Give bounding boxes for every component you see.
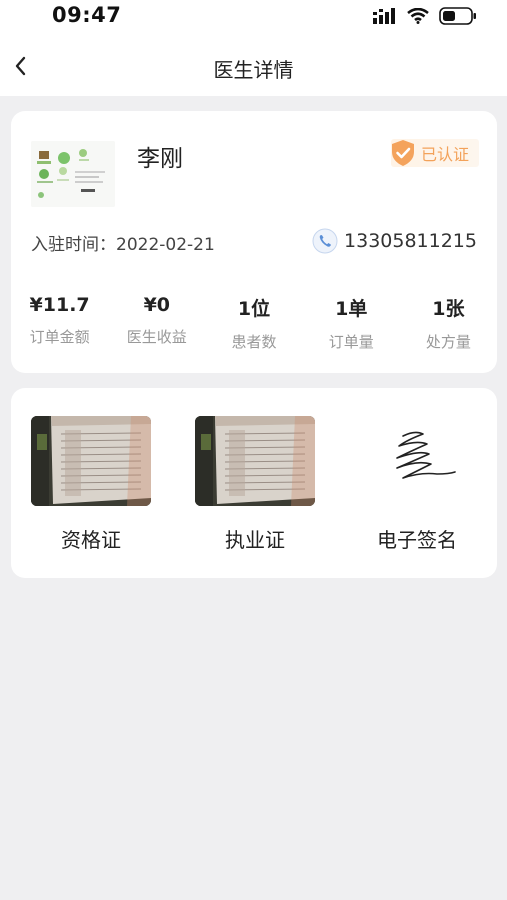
certificates-card: 资格证 执业证 电子签名 — [11, 388, 497, 578]
page-title: 医生详情 — [213, 58, 294, 82]
shield-check-icon — [392, 140, 414, 166]
profile-card: 李刚 已认证 入驻时间：2022-02-21 13305811215 ¥11.7… — [11, 111, 497, 373]
qualification-certificate[interactable]: 资格证 — [31, 416, 151, 553]
qualification-label: 资格证 — [61, 528, 121, 552]
stat-value: 1位 — [237, 298, 271, 320]
verified-badge-label: 已认证 — [421, 145, 470, 164]
battery-icon — [439, 7, 476, 25]
stat-doctor-income[interactable]: ¥0 医生收益 — [108, 294, 205, 352]
stat-label: 订单量 — [328, 333, 374, 351]
practice-label: 执业证 — [225, 528, 285, 552]
stat-label: 患者数 — [231, 333, 277, 351]
stat-patient-count[interactable]: 1位 患者数 — [205, 294, 302, 352]
wifi-icon — [407, 8, 429, 24]
practice-certificate[interactable]: 执业证 — [195, 416, 315, 553]
practice-thumbnail[interactable] — [195, 416, 315, 506]
stat-label: 订单金额 — [29, 328, 90, 346]
phone-icon — [312, 228, 338, 254]
signature-label: 电子签名 — [377, 528, 457, 552]
signal-icon — [373, 8, 395, 24]
stat-value: ¥11.7 — [29, 294, 90, 316]
stat-value: 1单 — [335, 298, 368, 320]
join-date-label: 入驻时间： — [31, 235, 116, 255]
join-date-value: 2022-02-21 — [116, 235, 215, 255]
qualification-thumbnail[interactable] — [31, 416, 151, 506]
stats-row: ¥11.7 订单金额 ¥0 医生收益 1位 患者数 1单 订单量 1张 处方量 — [11, 294, 497, 352]
stat-label: 医生收益 — [126, 328, 187, 346]
phone-row[interactable]: 13305811215 — [312, 228, 477, 254]
avatar-image — [31, 141, 115, 207]
phone-number[interactable]: 13305811215 — [344, 230, 477, 252]
status-bar: 09:47 — [0, 0, 507, 34]
stat-order-count[interactable]: 1单 订单量 — [303, 294, 400, 352]
join-date-row: 入驻时间：2022-02-21 — [31, 230, 215, 255]
stat-order-amount[interactable]: ¥11.7 订单金额 — [11, 294, 108, 352]
stat-value: 1张 — [432, 298, 465, 320]
avatar[interactable] — [31, 141, 115, 207]
doctor-name: 李刚 — [137, 146, 183, 172]
signature-image[interactable] — [357, 416, 477, 506]
stat-label: 处方量 — [425, 333, 471, 351]
status-icons — [373, 6, 477, 26]
nav-bar: 医生详情 — [0, 34, 507, 96]
electronic-signature[interactable]: 电子签名 — [357, 416, 477, 553]
stat-value: ¥0 — [143, 294, 171, 316]
verified-badge: 已认证 — [391, 139, 479, 167]
stat-prescription-count[interactable]: 1张 处方量 — [400, 294, 497, 352]
status-time: 09:47 — [52, 3, 122, 27]
